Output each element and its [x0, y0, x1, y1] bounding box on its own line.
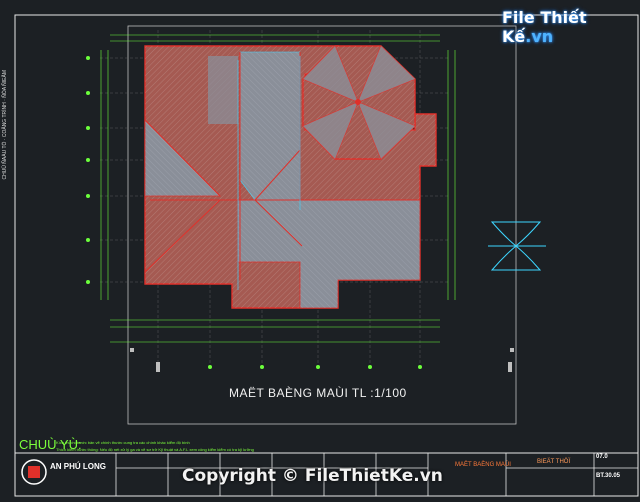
watermark-brand: File Thiết Kế.vn	[502, 8, 587, 46]
hourglass-symbol-icon	[488, 221, 546, 271]
watermark: File Thiết Kế.vn	[502, 8, 640, 46]
left-side-strip: CHUÛ ÑAÀU TÖ · COÂNG TRÌNH · ÑÒA ÑIEÅM	[2, 70, 12, 330]
title-block-logo-mark	[21, 459, 47, 485]
left-strip-text: CHUÛ ÑAÀU TÖ · COÂNG TRÌNH · ÑÒA ÑIEÅM	[2, 70, 8, 180]
title-block-date: 07.0	[596, 454, 608, 460]
cad-drawing-canvas	[14, 14, 639, 497]
title-block-company: AN PHÚ LONG	[50, 462, 106, 471]
octagon-dome-icon	[302, 45, 416, 160]
title-block-sheet-name: MAËT BAÈNG MAÙI	[455, 462, 511, 468]
notes-line-2: Thích kiểm trước thông: Nếu độ nét xử lý…	[56, 447, 254, 452]
copyright-watermark: Copyright © FileThietKe.vn	[182, 466, 443, 486]
title-block-project: BIEÄT THÖÏ	[537, 459, 571, 465]
notes-line-1: Kích thước trước bản vẽ chính thước cung…	[56, 440, 190, 445]
plan-title: MAËT BAÈNG MAÙI TL :1/100	[229, 386, 407, 400]
roof-gray-panel-top-left	[208, 56, 238, 124]
grid-markers	[130, 348, 514, 372]
title-block-drawing-code: BT.30.05	[596, 473, 621, 479]
roof-gray-panel-center-hatch	[240, 52, 300, 200]
